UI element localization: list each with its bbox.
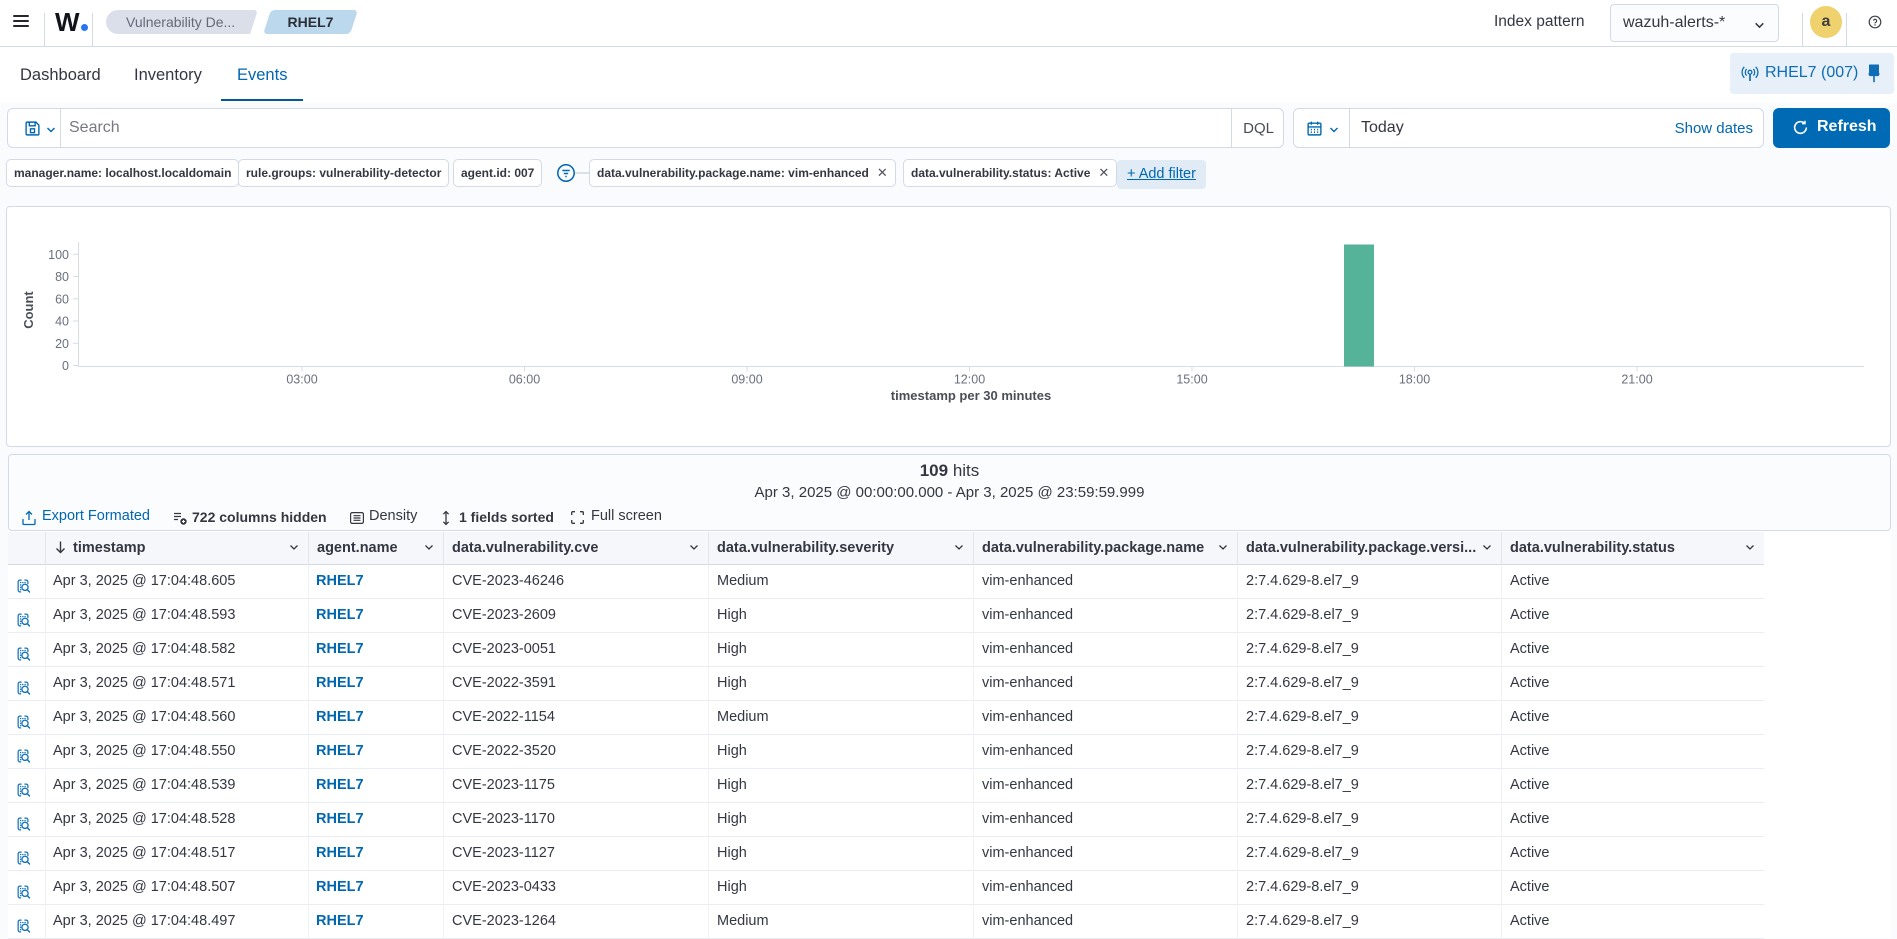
svg-text:20: 20 xyxy=(55,337,69,351)
svg-text:09:00: 09:00 xyxy=(731,373,762,387)
svg-text:03:00: 03:00 xyxy=(286,373,317,387)
svg-text:0: 0 xyxy=(62,359,69,373)
svg-text:06:00: 06:00 xyxy=(509,373,540,387)
svg-text:40: 40 xyxy=(55,315,69,329)
svg-text:100: 100 xyxy=(48,248,69,262)
svg-text:80: 80 xyxy=(55,270,69,284)
svg-text:18:00: 18:00 xyxy=(1399,373,1430,387)
svg-text:60: 60 xyxy=(55,292,69,306)
svg-text:timestamp per 30 minutes: timestamp per 30 minutes xyxy=(891,388,1051,403)
svg-text:15:00: 15:00 xyxy=(1176,373,1207,387)
svg-text:12:00: 12:00 xyxy=(954,373,985,387)
svg-text:21:00: 21:00 xyxy=(1621,373,1652,387)
svg-text:Count: Count xyxy=(21,291,36,329)
